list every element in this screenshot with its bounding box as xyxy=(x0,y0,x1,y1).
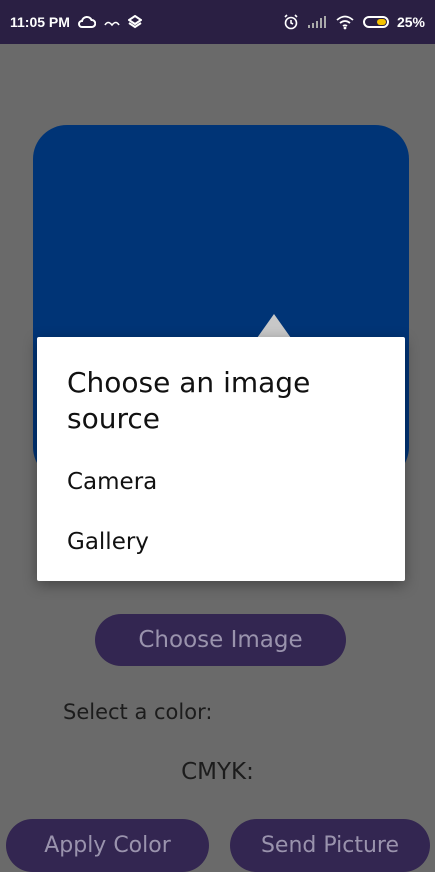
image-source-dialog: Choose an image source Camera Gallery xyxy=(37,337,405,581)
status-time: 11:05 PM xyxy=(10,14,70,30)
dialog-item-camera[interactable]: Camera xyxy=(67,469,157,495)
battery-icon xyxy=(362,16,389,28)
choose-image-button[interactable]: Choose Image xyxy=(95,614,346,666)
cmyk-label: CMYK: xyxy=(181,759,254,785)
send-picture-button[interactable]: Send Picture xyxy=(230,819,430,872)
signal-hotspot-icon xyxy=(104,16,120,28)
status-left: 11:05 PM xyxy=(10,14,142,30)
alarm-icon xyxy=(283,14,299,30)
cloud-icon xyxy=(78,15,96,29)
dialog-title: Choose an image source xyxy=(67,366,311,435)
battery-percent: 25% xyxy=(396,14,425,30)
dialog-item-gallery[interactable]: Gallery xyxy=(67,529,149,555)
status-bar: 11:05 PM 25% xyxy=(0,0,435,44)
wifi-icon xyxy=(335,15,355,30)
select-color-label: Select a color: xyxy=(63,700,213,724)
status-right: 25% xyxy=(283,14,425,30)
cellular-signal-icon xyxy=(307,15,327,29)
dialog-arrow xyxy=(257,314,291,338)
dropbox-icon xyxy=(127,15,142,29)
apply-color-button[interactable]: Apply Color xyxy=(6,819,209,872)
